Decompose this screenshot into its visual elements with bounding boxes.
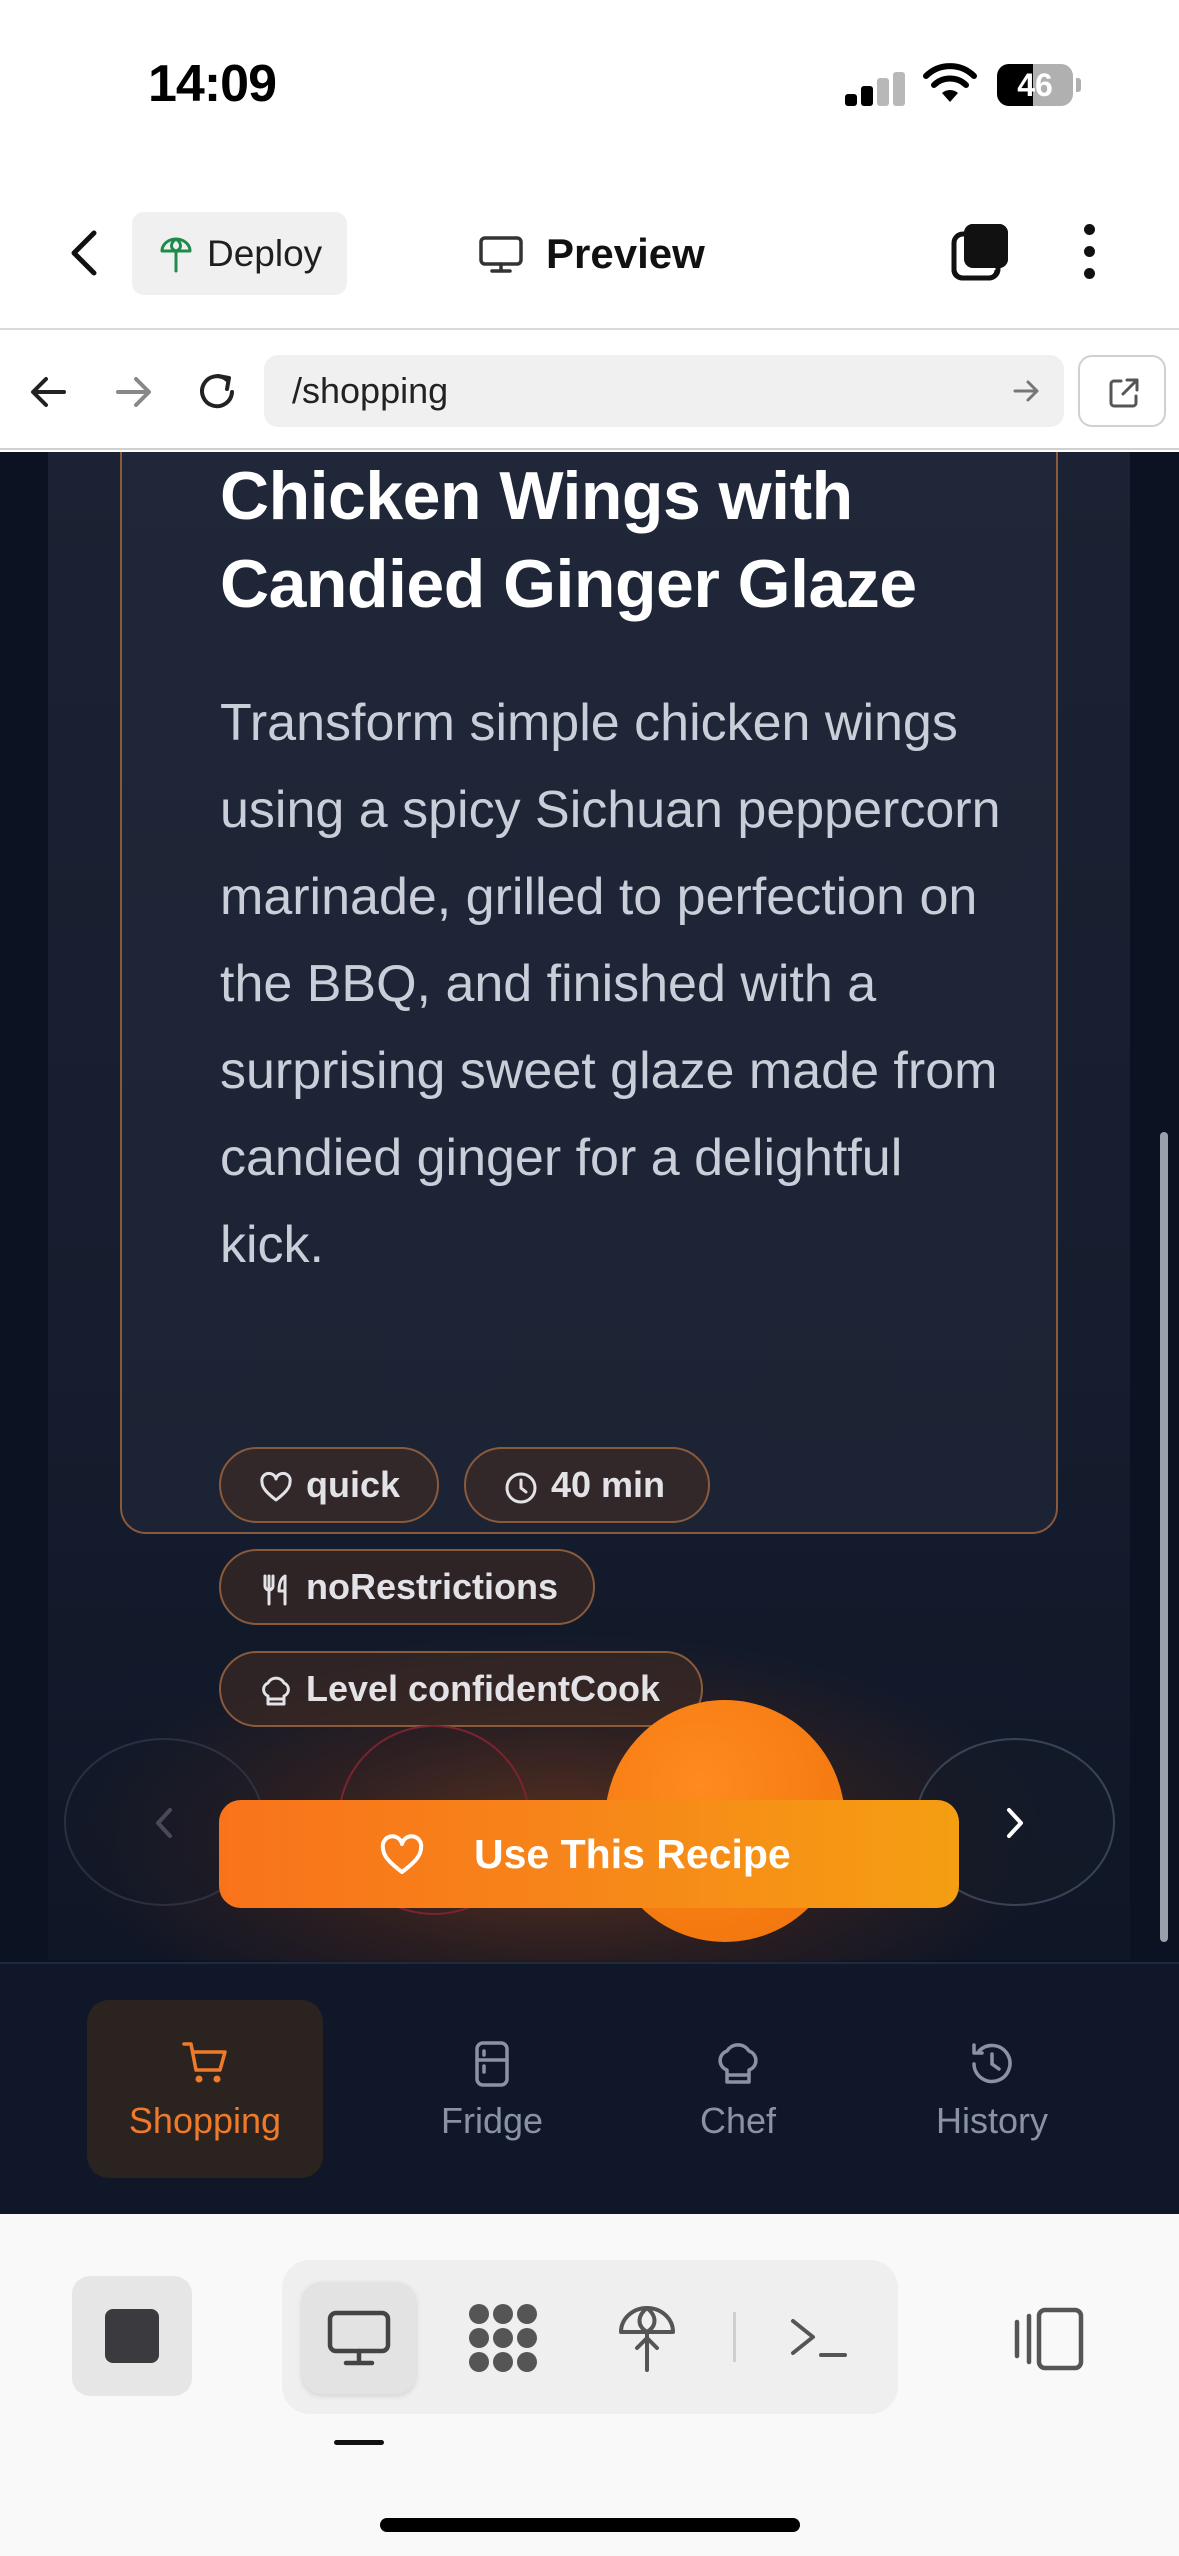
bottom-toolbar (0, 2214, 1179, 2556)
url-input[interactable]: /shopping (264, 355, 1064, 427)
toolbar-divider (733, 2312, 736, 2362)
tab-chef[interactable]: Chef (620, 2000, 856, 2178)
tab-fridge[interactable]: Fridge (374, 2000, 610, 2178)
recipe-description: Transform simple chicken wings using a s… (220, 694, 1001, 1274)
chevron-left-icon (156, 1808, 172, 1838)
clock-icon (505, 1472, 537, 1504)
tab-shopping[interactable]: Shopping (87, 2000, 323, 2178)
tag-time: 40 min (464, 1447, 710, 1523)
tag-label: 40 min (551, 1464, 666, 1505)
tag-level: Level confidentCook (219, 1651, 703, 1727)
tool-deploy-button[interactable] (590, 2282, 704, 2394)
home-indicator[interactable] (380, 2518, 800, 2532)
url-bar: /shopping (0, 332, 1179, 450)
app-tab-bar: Shopping Fridge Chef History (0, 1962, 1179, 2214)
deploy-button[interactable]: Deploy (132, 212, 347, 295)
tool-terminal-button[interactable] (762, 2282, 876, 2394)
active-tool-indicator (334, 2440, 384, 2445)
tab-label: Shopping (128, 2100, 282, 2141)
terminal-icon (791, 2319, 847, 2357)
open-external-button[interactable] (1078, 355, 1166, 427)
chevron-right-icon (1007, 1808, 1023, 1838)
tab-label: Chef (699, 2100, 777, 2141)
tool-preview-button[interactable] (302, 2282, 416, 2394)
tool-group (282, 2260, 898, 2414)
tab-label: History (935, 2100, 1048, 2141)
battery-icon: 46 (997, 64, 1081, 106)
status-time: 14:09 (148, 55, 277, 113)
use-recipe-button[interactable]: Use This Recipe (219, 1800, 959, 1908)
tab-history[interactable]: History (874, 2000, 1110, 2178)
reload-icon[interactable] (192, 367, 242, 417)
chef-hat-icon (718, 2043, 758, 2084)
history-icon (972, 2043, 1012, 2084)
url-text: /shopping (292, 370, 449, 411)
arrow-right-icon[interactable] (108, 367, 158, 417)
cellular-signal-icon (845, 72, 905, 106)
battery-level: 46 (1017, 67, 1053, 103)
monitor-icon (327, 2310, 391, 2366)
deploy-tree-icon (619, 2306, 675, 2372)
tag-label: quick (306, 1464, 401, 1505)
tag-label: noRestrictions (306, 1566, 559, 1607)
recipe-title: Chicken Wings with Candied Ginger Glaze (220, 458, 917, 622)
status-bar: 14:09 46 (0, 0, 1179, 175)
utensils-icon (263, 1574, 287, 1606)
stop-icon (105, 2309, 159, 2363)
use-recipe-label: Use This Recipe (474, 1831, 791, 1877)
tab-label: Fridge (440, 2100, 544, 2141)
side-panel-icon[interactable] (1005, 2282, 1085, 2392)
tag-diet: noRestrictions (219, 1549, 595, 1625)
chevron-left-icon[interactable] (62, 225, 106, 281)
arrow-right-small-icon[interactable] (1010, 375, 1042, 407)
apps-grid-icon (469, 2304, 537, 2372)
monitor-icon (479, 236, 523, 273)
tool-apps-button[interactable] (446, 2282, 560, 2394)
tabs-stack-icon[interactable] (950, 220, 1012, 282)
scrollbar[interactable] (1160, 1132, 1168, 1942)
arrow-left-icon[interactable] (24, 367, 74, 417)
cart-icon (182, 2042, 227, 2083)
stop-button[interactable] (72, 2276, 192, 2396)
wifi-icon (923, 63, 977, 102)
chef-hat-icon (262, 1676, 290, 1706)
tag-label: Level confidentCook (306, 1668, 661, 1709)
preview-label: Preview (546, 230, 705, 277)
app-header: Deploy Preview (0, 175, 1179, 330)
deploy-label: Deploy (207, 233, 323, 274)
deploy-tree-icon (160, 237, 192, 273)
open-external-icon (1109, 378, 1139, 408)
heart-icon (380, 1834, 424, 1874)
heart-icon (260, 1471, 292, 1502)
tag-quick: quick (219, 1447, 439, 1523)
more-vertical-icon[interactable] (1072, 220, 1106, 282)
fridge-icon (475, 2041, 509, 2087)
